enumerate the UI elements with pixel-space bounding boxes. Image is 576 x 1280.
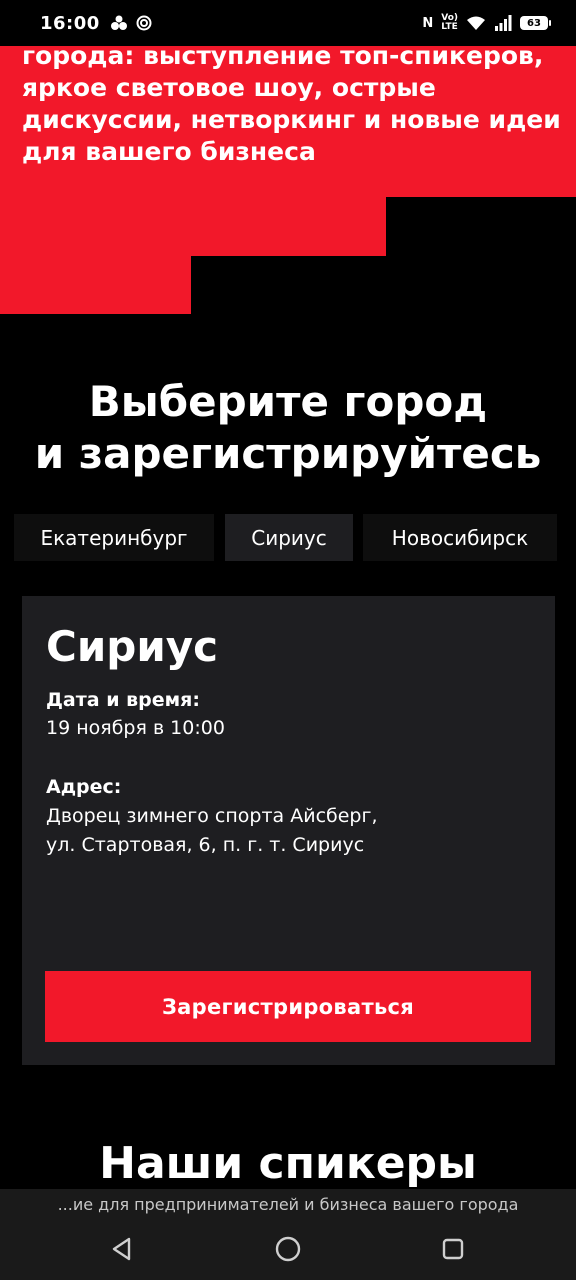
city-section-title: Выберите город и зарегистрируйтесь [0,376,576,480]
tab-novosibirsk[interactable]: Новосибирск [363,514,557,561]
address-label: Адрес: [46,776,122,798]
volte-indicator: Vo) LTE [441,14,458,32]
city-section-title-line1: Выберите город [88,377,488,426]
url-bar[interactable]: ...ие для предпринимателей и бизнеса ваш… [0,1189,576,1220]
address-line2: ул. Стартовая, 6, п. г. т. Сириус [46,834,365,856]
nfc-icon: N [422,15,434,31]
speakers-title: Наши спикеры [99,1138,477,1189]
datetime-value: 19 ноября в 10:00 [46,717,225,739]
hero-step-low [0,255,191,314]
datetime-label: Дата и время: [46,689,200,711]
address-value: Дворец зимнего спорта Айсберг, ул. Старт… [46,802,516,860]
status-left-icons [110,15,152,31]
event-city-title: Сириус [46,622,219,671]
status-right-icons: N Vo) LTE 63 [422,0,551,46]
hero-text: города: выступление топ-спикеров, яркое … [22,41,561,166]
event-card: Сириус Дата и время: 19 ноября в 10:00 А… [22,596,555,1065]
register-button[interactable]: Зарегистрироваться [45,971,531,1042]
volte-bottom-text: LTE [441,22,458,32]
address-line1: Дворец зимнего спорта Айсберг, [46,805,378,827]
signal-icon [495,15,512,31]
hero-banner: города: выступление топ-спикеров, яркое … [0,41,576,197]
status-bar: 16:00 N Vo) LTE 63 [0,0,576,46]
hero-step-mid [0,196,386,256]
home-icon[interactable] [273,1234,303,1264]
system-nav-bar [0,1220,576,1280]
city-section-title-line2: и зарегистрируйтесь [34,429,542,478]
back-icon[interactable] [107,1234,137,1264]
app-cluster-icon [110,15,127,30]
recent-apps-icon[interactable] [438,1234,468,1264]
wifi-icon [467,16,485,30]
tab-ekaterinburg[interactable]: Екатеринбург [14,514,214,561]
tab-sirius[interactable]: Сириус [225,514,353,561]
battery-icon: 63 [520,16,551,30]
spiral-app-icon [136,15,152,31]
url-text: ...ие для предпринимателей и бизнеса ваш… [57,1195,519,1214]
city-tabs: Екатеринбург Сириус Новосибирск [14,514,557,561]
status-time: 16:00 [40,12,100,34]
